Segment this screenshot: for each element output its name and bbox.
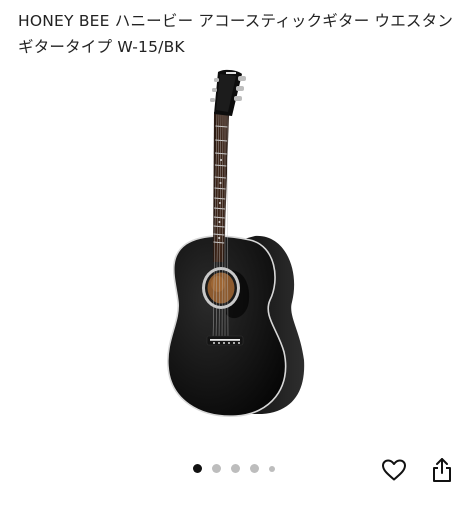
heart-outline-icon bbox=[382, 459, 406, 481]
image-pager[interactable] bbox=[193, 464, 275, 473]
pager-dot-4[interactable] bbox=[250, 464, 259, 473]
share-icon bbox=[433, 458, 451, 482]
favorite-button[interactable] bbox=[380, 456, 408, 484]
pager-dot-3[interactable] bbox=[231, 464, 240, 473]
guitar-image bbox=[167, 69, 305, 417]
pager-dot-1[interactable] bbox=[193, 464, 202, 473]
pager-dot-5[interactable] bbox=[269, 465, 275, 472]
pager-dot-2[interactable] bbox=[212, 464, 221, 473]
product-title: HONEY BEE ハニービー アコースティックギター ウエスタンギタータイプ … bbox=[18, 12, 454, 56]
product-image[interactable] bbox=[0, 60, 474, 440]
share-button[interactable] bbox=[428, 456, 456, 484]
